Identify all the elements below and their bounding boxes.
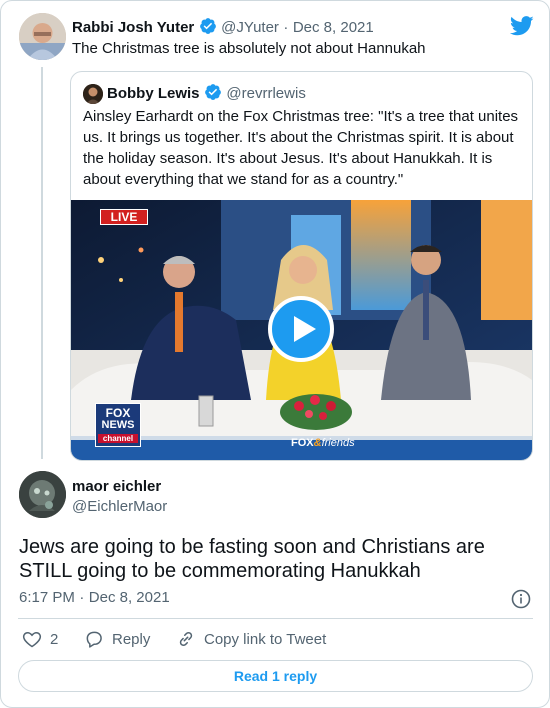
separator-dot: · [283, 19, 289, 36]
video-player[interactable]: LIVE FOX NEWS channel FOX&friends [71, 200, 532, 460]
reply-author-avatar[interactable] [19, 471, 66, 518]
quoted-author-handle[interactable]: @revrrlewis [226, 85, 305, 102]
quoted-author-avatar[interactable] [83, 84, 103, 104]
reply-bubble-icon [86, 631, 102, 648]
play-icon [294, 316, 316, 342]
quoted-author-name[interactable]: Bobby Lewis [107, 85, 200, 102]
author-avatar[interactable] [19, 13, 66, 60]
verified-badge-icon [199, 17, 217, 40]
thread-connector-line [41, 67, 43, 459]
copy-link-action[interactable]: Copy link to Tweet [176, 629, 326, 649]
quoted-tweet[interactable]: Bobby Lewis @revrrlewis Ainsley Earhardt… [70, 71, 533, 461]
show-name-a: FOX [291, 437, 314, 449]
reply-author-handle[interactable]: @EichlerMaor [72, 498, 167, 515]
reply-action[interactable]: Reply [84, 629, 150, 649]
divider [18, 618, 533, 619]
reply-text: Jews are going to be fasting soon and Ch… [19, 536, 485, 582]
fox-news-logo-top: FOX [105, 406, 131, 420]
author-handle[interactable]: @JYuter [221, 19, 279, 36]
info-icon[interactable] [511, 589, 531, 614]
quoted-tweet-text: Ainsley Earhardt on the Fox Christmas tr… [83, 108, 519, 188]
like-action[interactable]: 2 [22, 629, 58, 649]
fox-news-logo-bottom: channel [98, 434, 138, 443]
reply-separator-dot: · [79, 589, 85, 606]
reply-timestamp[interactable]: 6:17 PM · Dec 8, 2021 [19, 589, 170, 607]
copy-link-label: Copy link to Tweet [204, 630, 327, 648]
tweet-header: Rabbi Josh Yuter @JYuter · Dec 8, 2021 [72, 17, 374, 40]
heart-icon [22, 631, 42, 648]
reply-date: Dec 8, 2021 [88, 589, 170, 606]
embedded-tweet-card: Rabbi Josh Yuter @JYuter · Dec 8, 2021 T… [0, 0, 550, 708]
fox-news-logo-mid: NEWS [101, 419, 135, 431]
play-button[interactable] [268, 296, 334, 362]
tweet-text: The Christmas tree is absolutely not abo… [72, 40, 426, 57]
tweet-date[interactable]: Dec 8, 2021 [293, 19, 374, 36]
quoted-verified-badge-icon [204, 83, 222, 106]
twitter-bird-icon[interactable] [509, 15, 534, 42]
live-badge-label: LIVE [110, 210, 138, 224]
fox-news-logo: FOX NEWS channel [95, 403, 141, 447]
show-ampersand: & [313, 437, 322, 449]
link-icon [179, 631, 193, 647]
read-replies-button[interactable]: Read 1 reply [18, 660, 533, 692]
reply-label: Reply [112, 630, 151, 648]
reply-time: 6:17 PM [19, 589, 75, 606]
like-count: 2 [50, 630, 59, 648]
show-name-label: FOX&friends [291, 437, 355, 449]
show-name-b: friends [321, 437, 355, 449]
quoted-tweet-header: Bobby Lewis @revrrlewis [107, 83, 306, 106]
author-name[interactable]: Rabbi Josh Yuter [72, 19, 194, 36]
reply-author-name[interactable]: maor eichler [72, 478, 161, 495]
live-badge: LIVE [100, 209, 148, 225]
